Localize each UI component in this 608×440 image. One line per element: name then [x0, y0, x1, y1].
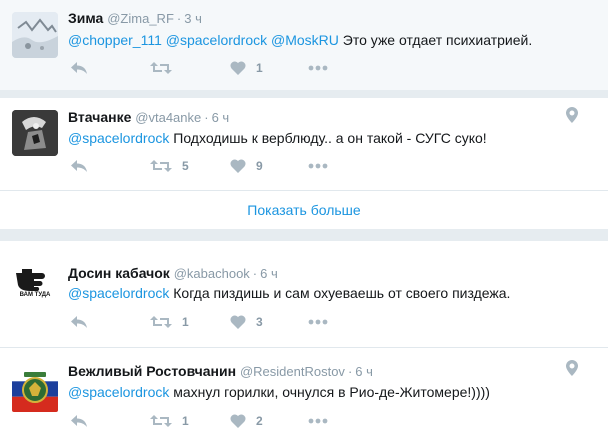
like-button[interactable]: 9 [230, 156, 263, 176]
tweet-header: Вежливый Ростовчанин @ResidentRostov · 6 ч [68, 363, 373, 379]
separator-dot: · [252, 266, 258, 281]
show-more-link[interactable]: Показать больше [0, 202, 608, 218]
display-name[interactable]: Вежливый Ростовчанин [68, 363, 236, 379]
avatar[interactable] [12, 366, 58, 412]
mention-links[interactable]: @spacelordrock [68, 285, 169, 301]
like-count: 2 [256, 414, 263, 428]
username[interactable]: @vta4anke [135, 110, 201, 125]
avatar[interactable]: ВАМ ТУДА [12, 255, 58, 301]
divider [0, 190, 608, 191]
tweet-body: Это уже отдает психиатрией. [338, 32, 533, 48]
location-pin-icon [566, 107, 578, 123]
retweet-icon [150, 62, 172, 74]
heart-icon [230, 159, 246, 173]
reply-button[interactable] [70, 312, 88, 332]
more-button[interactable] [308, 156, 328, 176]
retweet-button[interactable]: 1 [150, 411, 189, 431]
tweet-body: Когда пиздишь и сам охуеваешь от своего … [169, 285, 511, 301]
username[interactable]: @kabachook [174, 266, 250, 281]
retweet-button[interactable]: 5 [150, 156, 189, 176]
retweet-button[interactable] [150, 58, 182, 78]
tweet-body: Подходишь к верблюду.. а он такой - СУГС… [169, 130, 487, 146]
tweet-header: Зима @Zima_RF · 3 ч [68, 10, 202, 26]
timestamp[interactable]: 3 ч [184, 11, 202, 26]
reply-icon [71, 62, 87, 74]
avatar-image [12, 12, 58, 58]
tweet-card-2[interactable]: Втачанке @vta4anke · 6 ч @spacelordrock По… [0, 98, 608, 188]
more-icon [308, 65, 328, 71]
like-count: 1 [256, 61, 263, 75]
tweet-text: @spacelordrock Когда пиздишь и сам охуев… [68, 285, 510, 301]
conversation-card: Втачанке @vta4anke · 6 ч @spacelordrock По… [0, 98, 608, 229]
heart-icon [230, 414, 246, 428]
tweet-text: @spacelordrock махнул горилки, очнулся в… [68, 384, 490, 400]
retweet-icon [150, 316, 172, 328]
location-pin-icon [566, 360, 578, 376]
like-button[interactable]: 1 [230, 58, 263, 78]
avatar[interactable] [12, 110, 58, 156]
more-icon [308, 163, 328, 169]
like-count: 9 [256, 159, 263, 173]
location-button[interactable] [566, 107, 578, 128]
more-button[interactable] [308, 58, 328, 78]
timestamp[interactable]: 6 ч [212, 110, 230, 125]
avatar[interactable] [12, 12, 58, 58]
tweet-card-3[interactable]: ВАМ ТУДА Досин кабачок @kabachook · 6 ч @s… [0, 241, 608, 347]
tweet-actions: 5 9 [68, 156, 368, 176]
retweet-button[interactable]: 1 [150, 312, 189, 332]
tweet-header: Втачанке @vta4anke · 6 ч [68, 109, 229, 125]
reply-icon [71, 415, 87, 427]
more-button[interactable] [308, 411, 328, 431]
avatar-image [12, 110, 58, 156]
username[interactable]: @Zima_RF [107, 11, 174, 26]
like-button[interactable]: 2 [230, 411, 263, 431]
timestamp[interactable]: 6 ч [355, 364, 373, 379]
reply-icon [71, 160, 87, 172]
reply-icon [71, 316, 87, 328]
reply-button[interactable] [70, 156, 88, 176]
display-name[interactable]: Досин кабачок [68, 265, 170, 281]
location-button[interactable] [566, 360, 578, 381]
tweet-card-1[interactable]: Зима @Zima_RF · 3 ч @chopper_111 @spacelor… [0, 0, 608, 90]
display-name[interactable]: Зима [68, 10, 103, 26]
like-count: 3 [256, 315, 263, 329]
reply-button[interactable] [70, 58, 88, 78]
tweet-actions: 1 3 [68, 312, 368, 332]
retweet-count: 5 [182, 159, 189, 173]
separator-dot: · [176, 11, 182, 26]
tweet-actions: 1 [68, 58, 368, 78]
timeline-gap [0, 90, 608, 98]
username[interactable]: @ResidentRostov [240, 364, 345, 379]
avatar-caption: ВАМ ТУДА [19, 292, 51, 298]
more-icon [308, 418, 328, 424]
retweet-count: 1 [182, 414, 189, 428]
tweet-header: Досин кабачок @kabachook · 6 ч [68, 265, 278, 281]
mention-links[interactable]: @spacelordrock [68, 130, 169, 146]
separator-dot: · [347, 364, 353, 379]
mention-links[interactable]: @chopper_111 @spacelordrock @MoskRU [68, 32, 339, 48]
retweet-icon [150, 160, 172, 172]
heart-icon [230, 61, 246, 75]
heart-icon [230, 315, 246, 329]
timestamp[interactable]: 6 ч [260, 266, 278, 281]
tweet-card-4[interactable]: Вежливый Ростовчанин @ResidentRostov · 6 ч… [0, 348, 608, 440]
tweet-body: махнул горилки, очнулся в Рио-де-Житомер… [169, 384, 490, 400]
separator-dot: · [204, 110, 209, 125]
reply-button[interactable] [70, 411, 88, 431]
retweet-icon [150, 415, 172, 427]
tweet-actions: 1 2 [68, 411, 368, 431]
tweet-text: @chopper_111 @spacelordrock @MoskRU Это … [68, 32, 532, 48]
flag-emblem-icon [12, 366, 58, 412]
like-button[interactable]: 3 [230, 312, 263, 332]
more-button[interactable] [308, 312, 328, 332]
more-icon [308, 319, 328, 325]
display-name[interactable]: Втачанке [68, 109, 131, 125]
mention-links[interactable]: @spacelordrock [68, 384, 169, 400]
retweet-count: 1 [182, 315, 189, 329]
timeline-gap [0, 229, 608, 241]
tweet-text: @spacelordrock Подходишь к верблюду.. а … [68, 130, 487, 146]
